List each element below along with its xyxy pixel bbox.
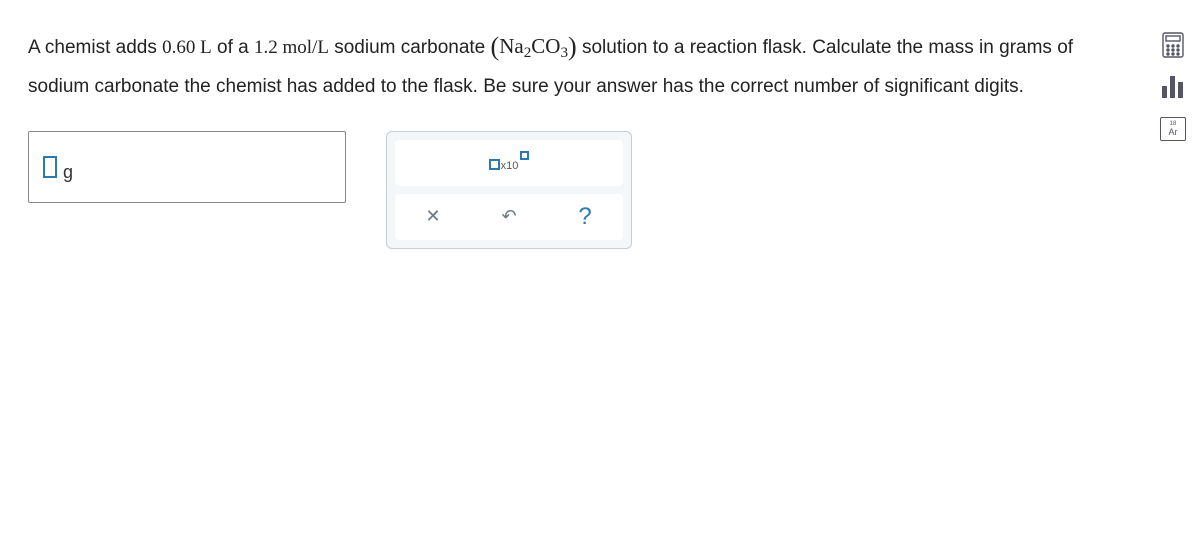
pt-symbol: Ar (1169, 128, 1178, 137)
element-tile-icon: 18 Ar (1160, 117, 1186, 141)
answer-input-box[interactable]: g (28, 131, 346, 203)
chemical-formula: (Na2CO3) (491, 34, 577, 58)
q-volume: 0.60 L (162, 37, 212, 58)
bar-chart-icon (1160, 76, 1186, 98)
clear-button[interactable]: ✕ (403, 198, 463, 236)
question-mark-icon: ? (578, 203, 591, 231)
sci-notation-button[interactable]: x10 (395, 140, 623, 186)
reset-button[interactable]: ↶ (479, 198, 539, 236)
x-icon: ✕ (425, 206, 440, 227)
help-button[interactable]: ? (555, 198, 615, 236)
q-part-1b: of a (212, 37, 254, 58)
undo-icon: ↶ (501, 206, 516, 227)
sci-x10-label: x10 (501, 160, 519, 172)
question-text: A chemist adds 0.60 L of a 1.2 mol/L sod… (28, 24, 1112, 103)
sci-exp-placeholder-icon (520, 151, 529, 160)
side-toolbar: 18 Ar (1158, 30, 1188, 144)
periodic-table-button[interactable]: 18 Ar (1158, 114, 1188, 144)
calculator-icon (1162, 32, 1184, 58)
graph-button[interactable] (1158, 72, 1188, 102)
answer-placeholder-icon (43, 156, 57, 178)
q-conc: 1.2 mol/L (254, 37, 329, 58)
sci-base-placeholder-icon (489, 159, 500, 170)
keypad-panel: x10 ✕ ↶ ? (386, 131, 632, 249)
q-part-1c: sodium carbonate (329, 37, 491, 58)
q-part-1a: A chemist adds (28, 37, 162, 58)
answer-unit: g (63, 162, 73, 183)
calculator-button[interactable] (1158, 30, 1188, 60)
